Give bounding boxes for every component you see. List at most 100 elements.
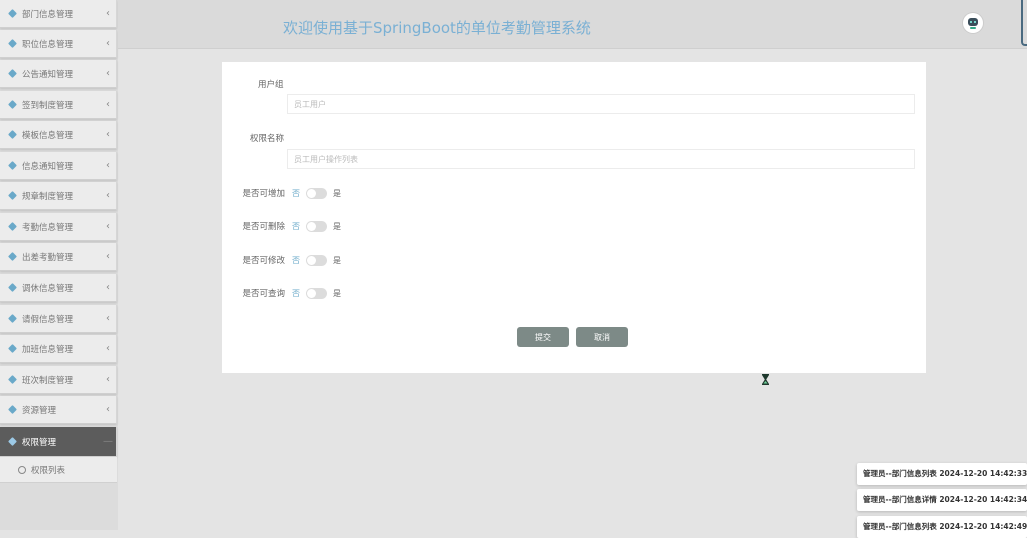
- notification-toast[interactable]: 管理员--部门信息列表 2024-12-20 14:42:33: [857, 463, 1027, 485]
- sidebar-item-permission[interactable]: 权限管理 —: [0, 427, 117, 457]
- toggle-yes-text: 是: [333, 188, 341, 198]
- sidebar-item-announcement[interactable]: 公告通知管理 ‹: [0, 60, 117, 88]
- edge-handle: [1021, 0, 1027, 46]
- chevron-left-icon: ‹: [106, 8, 110, 19]
- chevron-left-icon: ‹: [106, 282, 110, 293]
- hourglass-cursor-icon: [762, 374, 769, 385]
- avatar-eye: [974, 21, 976, 23]
- sidebar-item-label: 公告通知管理: [22, 69, 74, 80]
- diamond-icon: [8, 375, 17, 384]
- permission-form: 用户组 权限名称 是否可增加 否 是 是否可删除 否 是 是否可修改 否 是 是…: [222, 62, 926, 373]
- toggle-row-add: 是否可增加 否 是: [222, 186, 341, 200]
- toggle-no-text: 否: [292, 255, 300, 265]
- notification-toast[interactable]: 管理员--部门信息详情 2024-12-20 14:42:34: [857, 489, 1027, 511]
- diamond-icon: [8, 283, 17, 292]
- toggle-no-text: 否: [292, 188, 300, 198]
- toggle-no-text: 否: [292, 288, 300, 298]
- switch-knob: [307, 288, 316, 298]
- avatar-mouth: [970, 27, 976, 29]
- sidebar-subitem-permission-list[interactable]: 权限列表: [0, 457, 117, 483]
- diamond-icon: [8, 9, 17, 18]
- sidebar-item-label: 班次制度管理: [22, 375, 74, 386]
- sidebar-item-label: 职位信息管理: [22, 39, 74, 50]
- sidebar-item-label: 调休信息管理: [22, 283, 74, 294]
- sidebar-item-label: 模板信息管理: [22, 130, 74, 141]
- diamond-icon: [8, 405, 17, 414]
- diamond-icon: [8, 252, 17, 261]
- diamond-icon: [8, 344, 17, 353]
- user-group-field[interactable]: [287, 94, 915, 114]
- switch-knob: [307, 221, 316, 231]
- toggle-row-edit: 是否可修改 否 是: [222, 253, 341, 267]
- robot-avatar-icon[interactable]: [963, 13, 983, 33]
- chevron-left-icon: ‹: [106, 68, 110, 79]
- sidebar-item-overtime[interactable]: 加班信息管理 ‹: [0, 335, 117, 363]
- sidebar-item-label: 规章制度管理: [22, 191, 74, 202]
- avatar-eye: [970, 21, 972, 23]
- diamond-icon: [8, 100, 17, 109]
- toggle-yes-text: 是: [333, 255, 341, 265]
- sidebar-item-attendance[interactable]: 考勤信息管理 ‹: [0, 213, 117, 241]
- toggle-row-delete: 是否可删除 否 是: [222, 219, 341, 233]
- sidebar-item-label: 考勤信息管理: [22, 222, 74, 233]
- diamond-icon: [8, 69, 17, 78]
- diamond-icon: [8, 161, 17, 170]
- submit-button[interactable]: 提交: [517, 327, 569, 347]
- toggle-label: 是否可查询: [242, 289, 285, 299]
- toggle-label: 是否可删除: [242, 222, 285, 232]
- sidebar-item-business-trip[interactable]: 出差考勤管理 ‹: [0, 243, 117, 271]
- chevron-left-icon: ‹: [106, 160, 110, 171]
- permission-name-label: 权限名称: [250, 134, 285, 144]
- chevron-down-icon: —: [103, 436, 113, 447]
- sidebar-item-label: 请假信息管理: [22, 314, 74, 325]
- chevron-left-icon: ‹: [106, 313, 110, 324]
- chevron-left-icon: ‹: [106, 251, 110, 262]
- chevron-left-icon: ‹: [106, 38, 110, 49]
- chevron-left-icon: ‹: [106, 374, 110, 385]
- sidebar-item-shift[interactable]: 班次制度管理 ‹: [0, 366, 117, 394]
- permission-name-field[interactable]: [287, 149, 915, 169]
- sidebar-item-leave[interactable]: 请假信息管理 ‹: [0, 305, 117, 333]
- diamond-icon: [8, 39, 17, 48]
- toggle-label: 是否可增加: [242, 189, 285, 199]
- sidebar-item-label: 信息通知管理: [22, 161, 74, 172]
- page-title: 欢迎使用基于SpringBoot的单位考勤管理系统: [283, 19, 591, 37]
- sidebar-item-label: 出差考勤管理: [22, 252, 74, 263]
- sidebar-item-time-off[interactable]: 调休信息管理 ‹: [0, 274, 117, 302]
- chevron-left-icon: ‹: [106, 343, 110, 354]
- toggle-yes-text: 是: [333, 221, 341, 231]
- edit-permission-switch[interactable]: [306, 254, 327, 266]
- chevron-left-icon: ‹: [106, 190, 110, 201]
- chevron-left-icon: ‹: [106, 221, 110, 232]
- user-group-label: 用户组: [258, 80, 284, 90]
- sidebar-item-label: 权限管理: [22, 437, 57, 448]
- query-permission-switch[interactable]: [306, 287, 327, 299]
- top-header: 欢迎使用基于SpringBoot的单位考勤管理系统: [118, 0, 1027, 49]
- toggle-row-query: 是否可查询 否 是: [222, 286, 341, 300]
- sidebar-item-notice[interactable]: 信息通知管理 ‹: [0, 152, 117, 180]
- sidebar-item-template[interactable]: 模板信息管理 ‹: [0, 121, 117, 149]
- sidebar-item-regulation[interactable]: 规章制度管理 ‹: [0, 182, 117, 210]
- cancel-button[interactable]: 取消: [576, 327, 628, 347]
- toggle-label: 是否可修改: [242, 256, 285, 266]
- chevron-left-icon: ‹: [106, 404, 110, 415]
- sidebar-subitem-label: 权限列表: [31, 465, 66, 476]
- chevron-left-icon: ‹: [106, 99, 110, 110]
- add-permission-switch[interactable]: [306, 187, 327, 199]
- diamond-icon: [8, 130, 17, 139]
- switch-knob: [307, 255, 316, 265]
- switch-knob: [307, 188, 316, 198]
- sidebar-item-resource[interactable]: 资源管理 ‹: [0, 396, 117, 424]
- sidebar-item-position[interactable]: 职位信息管理 ‹: [0, 30, 117, 58]
- toggle-yes-text: 是: [333, 288, 341, 298]
- delete-permission-switch[interactable]: [306, 220, 327, 232]
- diamond-icon: [8, 222, 17, 231]
- notification-toast[interactable]: 管理员--部门信息列表 2024-12-20 14:42:49: [857, 516, 1027, 538]
- diamond-icon: [8, 437, 17, 446]
- diamond-icon: [8, 191, 17, 200]
- sidebar-item-department[interactable]: 部门信息管理 ‹: [0, 0, 117, 28]
- chevron-left-icon: ‹: [106, 129, 110, 140]
- toggle-no-text: 否: [292, 221, 300, 231]
- sidebar-item-signin-rule[interactable]: 签到制度管理 ‹: [0, 91, 117, 119]
- circle-icon: [18, 465, 26, 474]
